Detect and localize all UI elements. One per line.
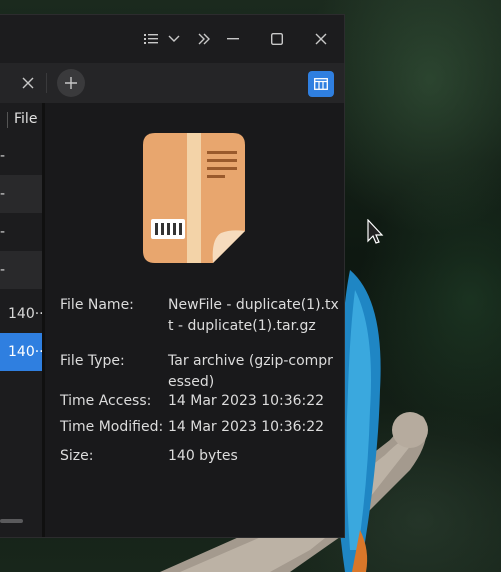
tab-close-icon[interactable] xyxy=(18,72,38,94)
file-manager-window: File - - - - 140··· 140··· File Name: Ne… xyxy=(0,14,345,538)
horizontal-scrollbar[interactable] xyxy=(0,519,23,523)
title-bar xyxy=(0,15,344,63)
add-tab-icon[interactable] xyxy=(57,69,85,97)
column-header-file[interactable]: File xyxy=(0,103,42,137)
time-modified-label: Time Modified: xyxy=(60,419,164,435)
file-type-value: Tar archive (gzip-compressed) xyxy=(168,353,333,390)
file-name-label: File Name: xyxy=(60,297,134,313)
tab-bar xyxy=(0,63,344,103)
size-value: 140 bytes xyxy=(168,448,238,464)
list-row[interactable]: 140··· xyxy=(0,295,42,333)
list-view-icon[interactable] xyxy=(143,31,159,47)
chevron-down-icon[interactable] xyxy=(166,31,182,47)
column-separator xyxy=(7,112,8,128)
minimize-icon[interactable] xyxy=(225,31,241,47)
size-label: Size: xyxy=(60,448,94,464)
file-type-label: File Type: xyxy=(60,353,125,369)
file-name-value: NewFile - duplicate(1).txt - duplicate(1… xyxy=(168,297,339,334)
list-row-selected[interactable]: 140··· xyxy=(0,333,42,371)
list-row[interactable]: - xyxy=(0,251,42,289)
archive-file-icon xyxy=(143,133,245,263)
double-chevron-right-icon[interactable] xyxy=(196,31,212,47)
file-list-pane[interactable]: File - - - - 140··· 140··· xyxy=(0,103,42,537)
mouse-cursor-icon xyxy=(367,219,384,244)
detail-pane: File Name: NewFile - duplicate(1).txt - … xyxy=(45,103,344,537)
time-modified-value: 14 Mar 2023 10:36:22 xyxy=(168,419,325,435)
time-access-value: 14 Mar 2023 10:36:22 xyxy=(168,393,325,409)
column-header-label: File xyxy=(14,111,38,127)
list-row[interactable]: - xyxy=(0,175,42,213)
close-icon[interactable] xyxy=(313,31,329,47)
list-row[interactable]: - xyxy=(0,137,42,175)
tab-divider xyxy=(46,73,47,93)
time-access-label: Time Access: xyxy=(60,393,152,409)
maximize-icon[interactable] xyxy=(269,31,285,47)
list-row[interactable]: - xyxy=(0,213,42,251)
detail-view-toggle-icon[interactable] xyxy=(308,71,334,97)
